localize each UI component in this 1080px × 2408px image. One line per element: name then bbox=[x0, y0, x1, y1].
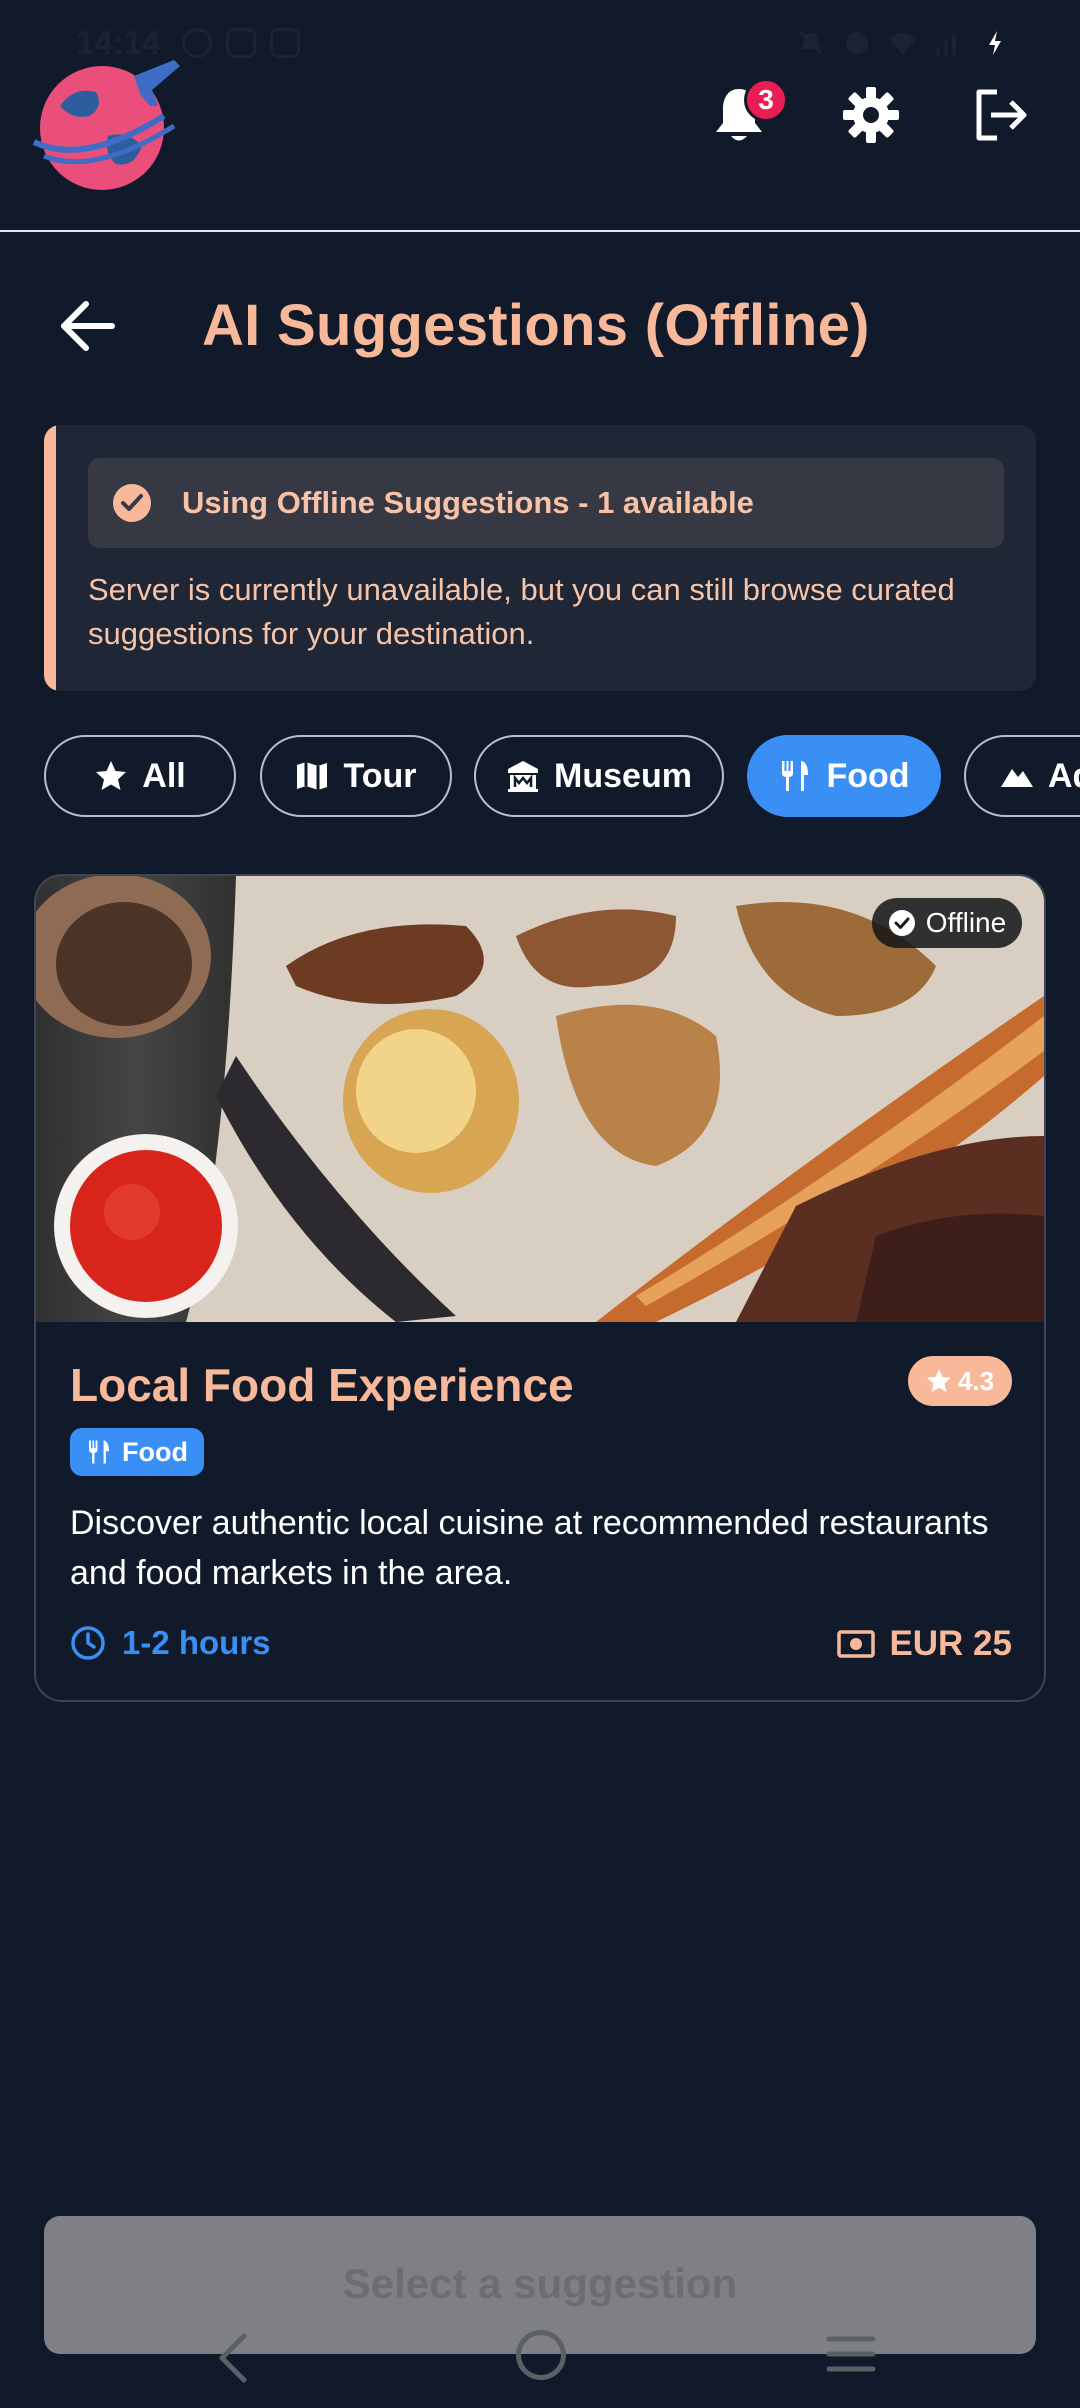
utensils-icon bbox=[89, 1440, 109, 1464]
app-logo[interactable] bbox=[24, 46, 188, 198]
gear-icon bbox=[843, 87, 899, 143]
clock-icon bbox=[71, 1626, 105, 1660]
nav-home-icon[interactable] bbox=[516, 2330, 566, 2380]
category-badge-label: Food bbox=[122, 1436, 188, 1467]
category-badge: Food bbox=[70, 1428, 204, 1476]
star-icon bbox=[96, 761, 127, 790]
duration: 1-2 hours bbox=[70, 1624, 271, 1662]
notice-heading: Using Offline Suggestions - 1 available bbox=[182, 485, 754, 520]
nav-recents-icon[interactable] bbox=[826, 2334, 876, 2374]
filter-chip-label: Tour bbox=[343, 756, 417, 795]
offline-tag: Offline bbox=[872, 898, 1022, 948]
notice-status-pill: Using Offline Suggestions - 1 available bbox=[88, 458, 1004, 548]
card-title: Local Food Experience bbox=[70, 1359, 574, 1411]
map-icon bbox=[297, 762, 328, 790]
check-circle-icon bbox=[113, 484, 151, 522]
settings-button[interactable] bbox=[836, 80, 906, 150]
price: EUR 25 bbox=[837, 1624, 1012, 1664]
filter-chip-all[interactable]: All bbox=[44, 735, 236, 817]
filter-chip-label: All bbox=[142, 756, 186, 795]
star-icon bbox=[926, 1369, 951, 1392]
filter-chip-label: Ad bbox=[1048, 756, 1080, 795]
filter-chip-food[interactable]: Food bbox=[747, 735, 941, 817]
filter-chip-museum[interactable]: Museum bbox=[474, 735, 724, 817]
nav-back-icon[interactable] bbox=[212, 2330, 252, 2386]
page-title: AI Suggestions (Offline) bbox=[202, 293, 870, 358]
filter-chip-tour[interactable]: Tour bbox=[260, 735, 452, 817]
logout-button[interactable] bbox=[966, 80, 1036, 150]
system-nav-bar bbox=[0, 2310, 1080, 2408]
check-circle-icon bbox=[888, 910, 915, 936]
museum-icon bbox=[508, 761, 539, 792]
utensils-icon bbox=[782, 761, 809, 791]
logout-icon bbox=[976, 89, 1027, 141]
rating-badge: 4.3 bbox=[908, 1356, 1012, 1406]
offline-notice: Using Offline Suggestions - 1 available … bbox=[44, 425, 1036, 691]
category-filter-bar: All Tour Museum Food Ad bbox=[44, 735, 1080, 817]
notice-accent-bar bbox=[44, 425, 56, 691]
duration-label: 1-2 hours bbox=[122, 1624, 271, 1661]
notification-count-badge: 3 bbox=[744, 78, 788, 122]
filter-chip-adventure[interactable]: Ad bbox=[964, 735, 1080, 817]
card-description: Discover authentic local cuisine at reco… bbox=[70, 1504, 989, 1592]
mountain-icon bbox=[1001, 769, 1033, 787]
notice-body: Server is currently unavailable, but you… bbox=[88, 572, 955, 651]
offline-tag-label: Offline bbox=[925, 907, 1007, 938]
back-arrow-icon[interactable] bbox=[56, 296, 120, 356]
suggestion-card[interactable]: Offline Local Food Experience 4.3 Food D… bbox=[34, 874, 1046, 1702]
money-bill-icon bbox=[837, 1630, 876, 1658]
app-header: 3 bbox=[0, 0, 1080, 232]
filter-chip-label: Food bbox=[826, 756, 910, 795]
price-label: EUR 25 bbox=[889, 1624, 1012, 1663]
filter-chip-label: Museum bbox=[554, 756, 692, 795]
rating-value: 4.3 bbox=[957, 1365, 995, 1396]
